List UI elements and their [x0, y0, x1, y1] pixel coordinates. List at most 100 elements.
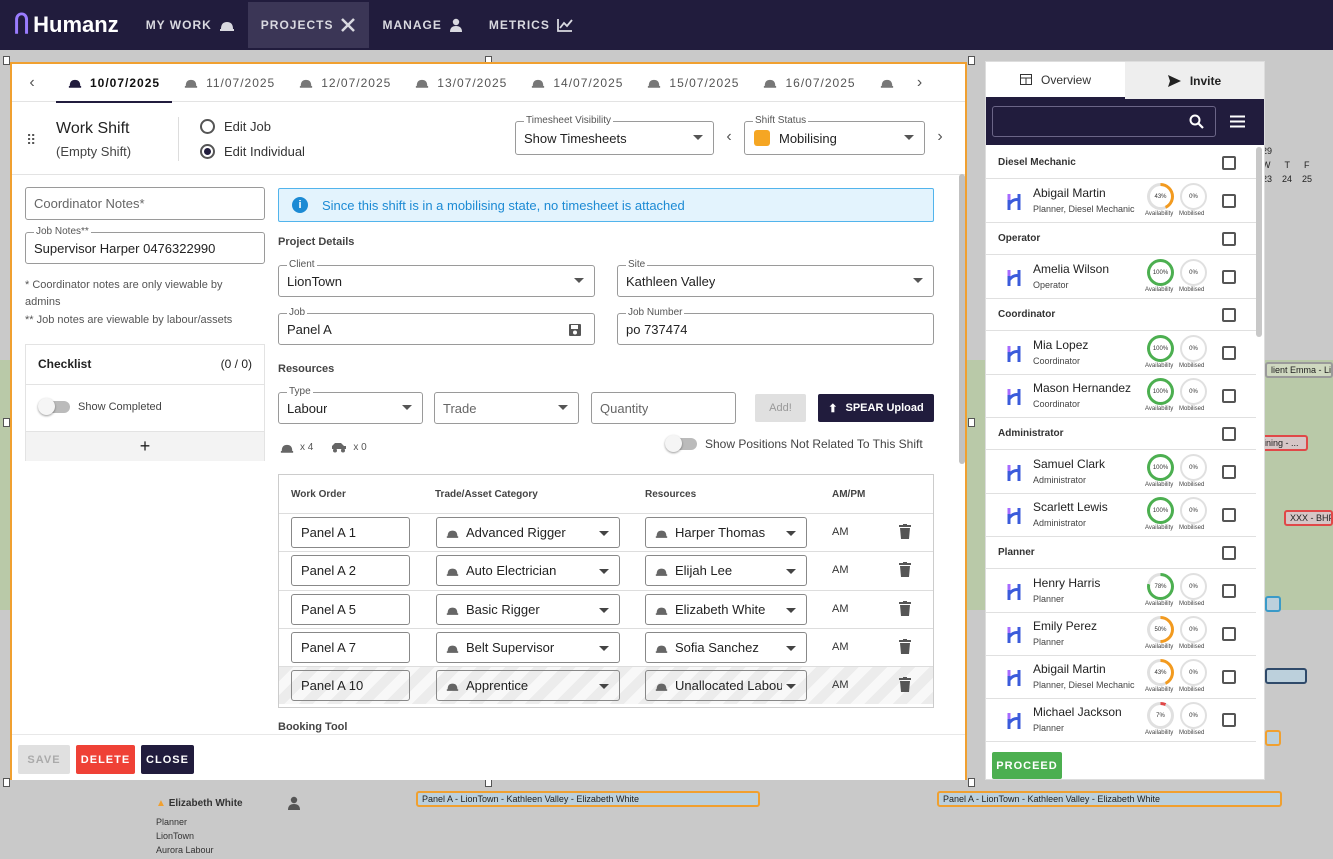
staff-list-item[interactable]: Scarlett Lewis Administrator 100% 0% Availab… — [986, 494, 1256, 537]
coordinator-notes-field[interactable]: Coordinator Notes* — [25, 187, 265, 220]
drag-grip-icon[interactable]: ⠿ — [26, 132, 36, 149]
nav-manage[interactable]: MANAGE — [369, 2, 475, 48]
job-number-field[interactable]: Job Number po 737474 — [617, 307, 934, 345]
group-checkbox[interactable] — [1222, 546, 1236, 560]
schedule-bar[interactable] — [1265, 668, 1307, 684]
schedule-bar[interactable] — [1265, 596, 1281, 612]
resource-select[interactable]: Harper Thomas — [645, 517, 807, 548]
resource-select[interactable]: Sofia Sanchez — [645, 632, 807, 663]
search-icon[interactable] — [1189, 114, 1204, 129]
date-tab[interactable]: 13/07/2025 — [403, 64, 519, 102]
schedule-bar[interactable]: XXX - BHP — [1284, 510, 1333, 526]
prev-date-arrow[interactable]: ‹ — [22, 74, 42, 92]
staff-list-item[interactable]: Abigail Martin Planner, Diesel Mechanic 43… — [986, 180, 1256, 223]
schedule-bar[interactable] — [1265, 730, 1281, 746]
trade-select[interactable]: Advanced Rigger — [436, 517, 620, 548]
schedule-bar[interactable]: lient Emma - LionT — [1265, 362, 1333, 378]
date-tab[interactable] — [868, 64, 902, 102]
work-order-field[interactable]: Panel A 7 — [291, 632, 410, 663]
trade-select[interactable]: Belt Supervisor — [436, 632, 620, 663]
staff-checkbox[interactable] — [1222, 670, 1236, 684]
toggle-switch[interactable] — [38, 398, 70, 415]
staff-list-item[interactable]: Mason Hernandez Coordinator 100% 0% Availabi… — [986, 375, 1256, 418]
show-completed-toggle[interactable]: Show Completed — [38, 398, 162, 415]
resize-handle[interactable] — [3, 778, 10, 787]
resize-handle[interactable] — [968, 56, 975, 65]
staff-checkbox[interactable] — [1222, 627, 1236, 641]
nav-projects[interactable]: PROJECTS — [247, 2, 370, 48]
resource-select[interactable]: Elijah Lee — [645, 555, 807, 586]
job-field[interactable]: Job Panel A — [278, 307, 595, 345]
date-tab[interactable]: 15/07/2025 — [635, 64, 751, 102]
add-checklist-button[interactable]: + — [26, 431, 264, 461]
search-input[interactable] — [992, 106, 1216, 137]
staff-list-item[interactable]: Mia Lopez Coordinator 100% 0% Availability Mo… — [986, 332, 1256, 375]
close-button[interactable]: CLOSE — [141, 745, 194, 774]
trade-select[interactable]: Apprentice — [436, 670, 620, 701]
schedule-bar[interactable]: Panel A - LionTown - Kathleen Valley - E… — [416, 791, 760, 807]
site-select[interactable]: Site Kathleen Valley — [617, 259, 934, 297]
panel-scrollbar[interactable] — [1256, 147, 1262, 337]
toggle-switch[interactable] — [665, 435, 697, 452]
quantity-field[interactable]: Quantity — [591, 392, 736, 424]
trash-icon[interactable] — [899, 524, 911, 539]
type-select[interactable]: Type Labour — [278, 386, 423, 424]
staff-checkbox[interactable] — [1222, 389, 1236, 403]
trash-icon[interactable] — [899, 601, 911, 616]
trade-select[interactable]: Auto Electrician — [436, 555, 620, 586]
date-tab[interactable]: 11/07/2025 — [172, 64, 287, 102]
work-order-field[interactable]: Panel A 2 — [291, 555, 410, 586]
next-date-arrow[interactable]: › — [910, 74, 930, 92]
proceed-button[interactable]: PROCEED — [992, 752, 1062, 779]
edit-job-radio[interactable]: Edit Job — [200, 119, 271, 134]
delete-button[interactable]: DELETE — [76, 745, 135, 774]
show-positions-toggle[interactable]: Show Positions Not Related To This Shift — [665, 435, 923, 452]
work-order-field[interactable]: Panel A 5 — [291, 594, 410, 625]
staff-list-item[interactable]: Abigail Martin Planner, Diesel Mechanic 43… — [986, 656, 1256, 699]
nav-my-work[interactable]: MY WORK — [133, 2, 248, 48]
shift-status-select[interactable]: Shift Status Mobilising — [744, 115, 925, 155]
staff-list-item[interactable]: Emily Perez Planner 50% 0% Availability Mobil… — [986, 613, 1256, 656]
save-button[interactable]: SAVE — [18, 745, 70, 774]
date-tab[interactable]: 16/07/2025 — [751, 64, 867, 102]
work-order-field[interactable]: Panel A 10 — [291, 670, 410, 701]
next-status-arrow[interactable]: › — [930, 128, 950, 146]
edit-individual-radio[interactable]: Edit Individual — [200, 144, 305, 159]
staff-list-item[interactable]: Henry Harris Planner 78% 0% Availability Mobi… — [986, 570, 1256, 613]
client-select[interactable]: Client LionTown — [278, 259, 595, 297]
resource-select[interactable]: Elizabeth White — [645, 594, 807, 625]
resize-handle[interactable] — [3, 56, 10, 65]
resize-handle[interactable] — [968, 778, 975, 787]
resize-handle[interactable] — [3, 418, 10, 427]
work-order-field[interactable]: Panel A 1 — [291, 517, 410, 548]
add-resource-button[interactable]: Add! — [755, 394, 806, 422]
timesheet-visibility-select[interactable]: Timesheet Visibility Show Timesheets — [515, 115, 714, 155]
staff-checkbox[interactable] — [1222, 508, 1236, 522]
nav-metrics[interactable]: METRICS — [476, 2, 586, 48]
schedule-bar[interactable]: ining - ... — [1258, 435, 1308, 451]
staff-checkbox[interactable] — [1222, 346, 1236, 360]
save-icon[interactable] — [568, 323, 582, 337]
spear-upload-button[interactable]: ⬆ SPEAR Upload — [818, 394, 934, 422]
job-notes-field[interactable]: Job Notes** Supervisor Harper 0476322990 — [25, 226, 265, 264]
group-checkbox[interactable] — [1222, 156, 1236, 170]
schedule-bar[interactable]: Panel A - LionTown - Kathleen Valley - E… — [937, 791, 1282, 807]
group-checkbox[interactable] — [1222, 427, 1236, 441]
group-checkbox[interactable] — [1222, 308, 1236, 322]
tab-invite[interactable]: Invite — [1125, 62, 1264, 99]
trash-icon[interactable] — [899, 639, 911, 654]
trade-select[interactable]: Basic Rigger — [436, 594, 620, 625]
date-tab[interactable]: 14/07/2025 — [519, 64, 635, 102]
date-tab[interactable]: 12/07/2025 — [287, 64, 403, 102]
staff-list-item[interactable]: Samuel Clark Administrator 100% 0% Availabil… — [986, 451, 1256, 494]
staff-checkbox[interactable] — [1222, 465, 1236, 479]
modal-scrollbar[interactable] — [959, 174, 965, 464]
staff-checkbox[interactable] — [1222, 584, 1236, 598]
staff-list-item[interactable]: Michael Jackson Planner 7% 0% Availability Mo… — [986, 699, 1256, 742]
trade-select[interactable]: Trade — [434, 392, 579, 424]
tab-overview[interactable]: Overview — [986, 62, 1125, 99]
trash-icon[interactable] — [899, 562, 911, 577]
staff-checkbox[interactable] — [1222, 270, 1236, 284]
prev-status-arrow[interactable]: ‹ — [719, 128, 739, 146]
staff-checkbox[interactable] — [1222, 194, 1236, 208]
